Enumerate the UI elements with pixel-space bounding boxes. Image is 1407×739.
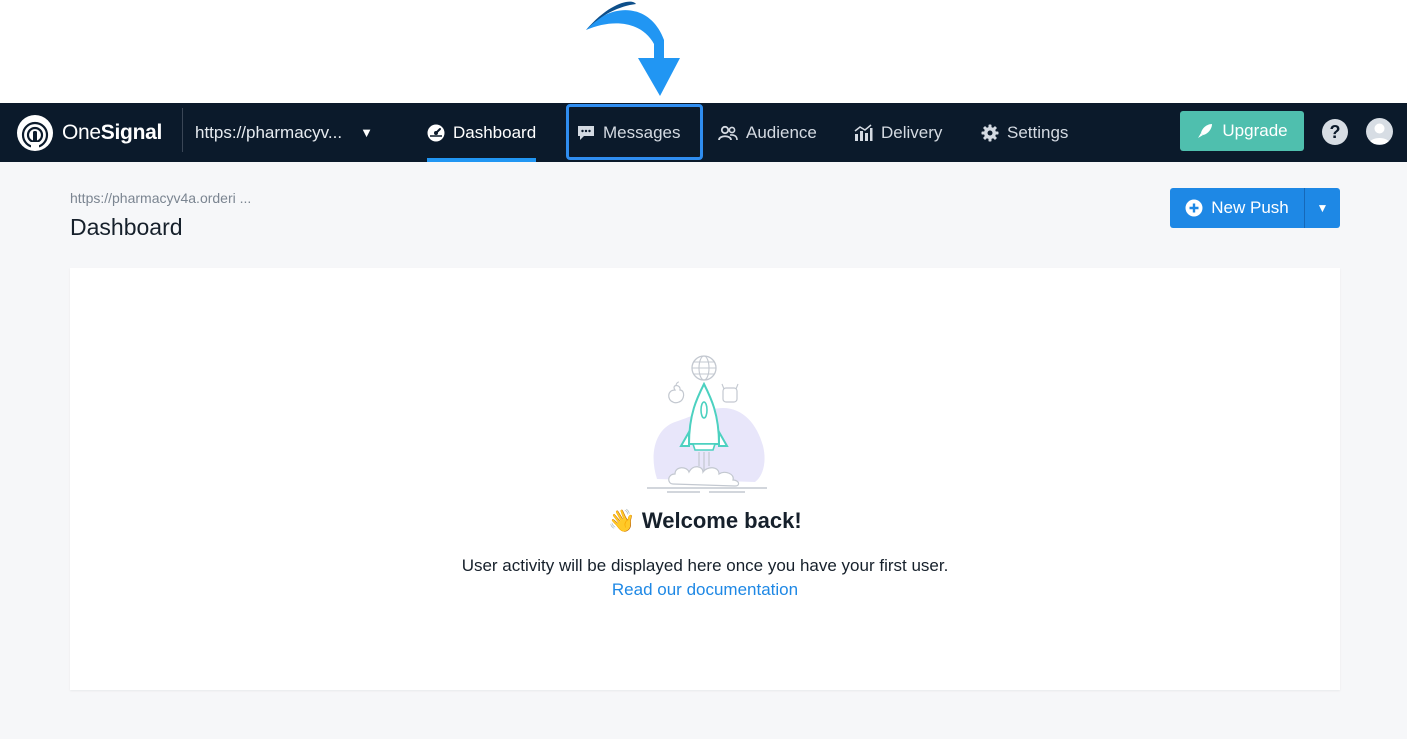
navbar-divider	[182, 108, 183, 152]
dashboard-gauge-icon	[427, 124, 445, 141]
nav-item-label: Settings	[1007, 122, 1069, 142]
welcome-text: Welcome back!	[641, 508, 802, 533]
new-push-dropdown-toggle[interactable]: ▼	[1304, 188, 1340, 228]
empty-state-message: User activity will be displayed here onc…	[461, 556, 949, 575]
nav-item-label: Audience	[746, 122, 817, 142]
bar-chart-icon	[854, 123, 873, 141]
app-selector-value: https://pharmacyv...	[195, 122, 343, 142]
onesignal-logo-icon	[17, 115, 53, 151]
annotation-arrow-icon	[586, 1, 680, 96]
new-push-label: New Push	[1211, 198, 1289, 217]
wave-emoji-icon: 👋	[608, 508, 636, 533]
messages-highlight-box	[566, 104, 703, 160]
rocket-icon	[1198, 124, 1213, 138]
question-icon[interactable]: ?	[1322, 119, 1348, 145]
main-content: https://pharmacyv4a.orderi ... Dashboard…	[0, 162, 1407, 739]
gear-icon	[981, 124, 999, 141]
logo-text-light: One	[62, 121, 101, 144]
nav-item-delivery[interactable]: Delivery	[854, 103, 942, 162]
documentation-link-text[interactable]: Read our documentation	[612, 580, 798, 599]
help-glyph: ?	[1329, 121, 1341, 142]
rocket-launch-illustration-icon	[647, 355, 767, 493]
nav-item-label: Delivery	[881, 122, 943, 142]
nav-item-settings[interactable]: Settings	[981, 103, 1068, 162]
welcome-heading: 👋 Welcome back!	[70, 508, 1340, 534]
documentation-link[interactable]: Read our documentation	[70, 580, 1340, 600]
upgrade-button[interactable]: Upgrade	[1180, 111, 1304, 151]
user-avatar-icon[interactable]	[1366, 118, 1393, 145]
breadcrumb[interactable]: https://pharmacyv4a.orderi ...	[70, 190, 251, 206]
page-title: Dashboard	[70, 214, 183, 240]
top-navbar: OneSignal https://pharmacyv... ▼ Dashboa…	[0, 103, 1407, 162]
upgrade-label: Upgrade	[1222, 121, 1288, 140]
empty-state-card: 👋 Welcome back! User activity will be di…	[70, 268, 1340, 690]
logo-text-bold: Signal	[100, 121, 163, 144]
nav-item-dashboard[interactable]: Dashboard	[427, 103, 537, 162]
nav-item-audience[interactable]: Audience	[718, 103, 817, 162]
plus-circle-icon	[1185, 199, 1203, 217]
onesignal-logo[interactable]: OneSignal	[16, 114, 162, 152]
app-selector[interactable]: https://pharmacyv... ▼	[195, 103, 373, 162]
nav-item-label: Dashboard	[453, 122, 537, 142]
new-push-button[interactable]: New Push	[1170, 188, 1304, 228]
avatar-silhouette-icon	[1369, 123, 1390, 144]
people-icon	[718, 125, 738, 140]
annotation-area	[0, 0, 1407, 103]
caret-down-icon: ▼	[360, 125, 373, 140]
caret-down-icon: ▼	[1316, 201, 1329, 215]
new-push-button-group: New Push ▼	[1170, 188, 1340, 228]
